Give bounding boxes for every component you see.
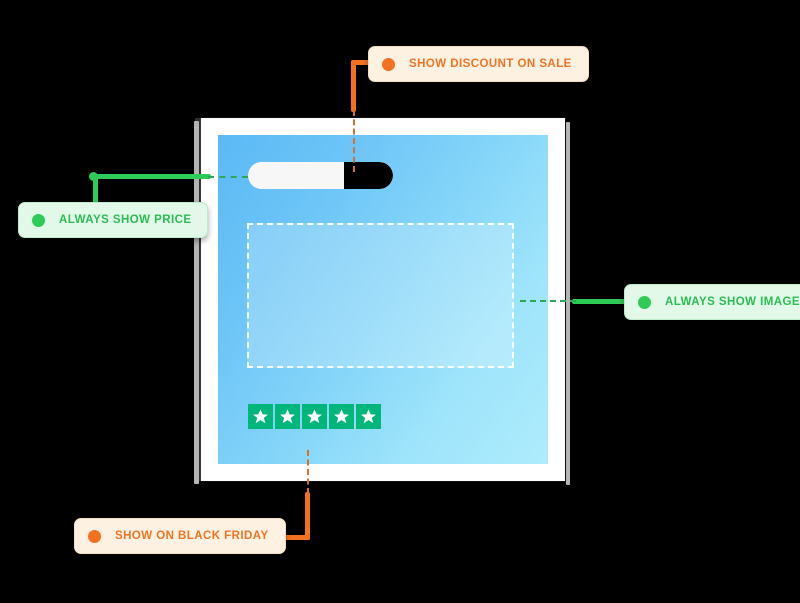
image-connector-horizontal [572,299,630,304]
product-card-canvas [218,135,548,464]
star-icon [302,404,327,429]
status-dot-icon [88,529,101,543]
product-image-placeholder[interactable] [247,223,514,368]
star-icon [248,404,273,429]
status-dot-icon [638,295,651,309]
image-connector-dashed [520,300,576,302]
price-connector-dashed [208,176,248,178]
callout-always-show-price[interactable]: ALWAYS SHOW PRICE [18,202,209,238]
product-card-preview [194,118,570,485]
star-icon [356,404,381,429]
callout-label: ALWAYS SHOW IMAGE [665,296,800,308]
callout-label: SHOW ON BLACK FRIDAY [115,530,269,542]
price-discount-bar[interactable] [248,162,393,189]
discount-connector-vertical [351,60,356,112]
star-rating[interactable] [248,404,381,429]
callout-label: SHOW DISCOUNT ON SALE [409,58,572,70]
callout-show-discount-on-sale[interactable]: SHOW DISCOUNT ON SALE [368,46,589,82]
callout-label: ALWAYS SHOW PRICE [59,214,192,226]
star-icon [275,404,300,429]
price-connector-endpoint [89,172,98,181]
callout-always-show-image[interactable]: ALWAYS SHOW IMAGE [624,284,800,320]
black-friday-connector-vertical [305,492,310,540]
price-connector-horizontal [93,174,211,179]
status-dot-icon [382,57,395,71]
star-icon [329,404,354,429]
price-discount-bar-dark-segment [344,162,393,189]
callout-show-on-black-friday[interactable]: SHOW ON BLACK FRIDAY [74,518,286,554]
discount-connector-dashed [353,110,355,172]
diagram-canvas: SHOW DISCOUNT ON SALE ALWAYS SHOW PRICE … [0,0,800,603]
status-dot-icon [32,213,45,227]
